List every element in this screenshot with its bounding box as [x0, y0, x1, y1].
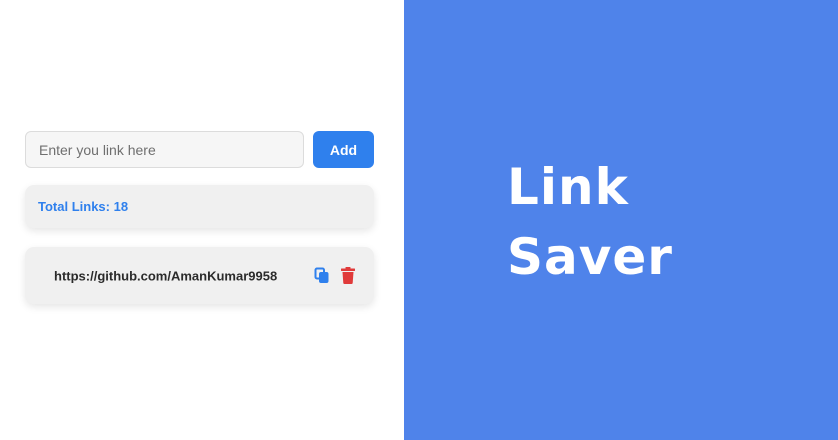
add-button[interactable]: Add	[313, 131, 374, 168]
link-url[interactable]: https://github.com/AmanKumar9958	[54, 268, 277, 283]
brand-title: Link Saver	[507, 152, 673, 292]
brand-title-line2: Saver	[507, 228, 673, 286]
link-saver-panel: Add Total Links: 18 https://github.com/A…	[0, 0, 404, 440]
link-list-item: https://github.com/AmanKumar9958	[25, 247, 374, 304]
total-links-label: Total Links: 18	[38, 199, 129, 214]
brand-title-line1: Link	[507, 158, 629, 216]
link-input[interactable]	[25, 131, 304, 168]
trash-icon[interactable]	[341, 267, 355, 284]
copy-icon[interactable]	[314, 267, 330, 284]
app-root: Add Total Links: 18 https://github.com/A…	[0, 0, 838, 440]
total-links-card: Total Links: 18	[25, 185, 374, 228]
